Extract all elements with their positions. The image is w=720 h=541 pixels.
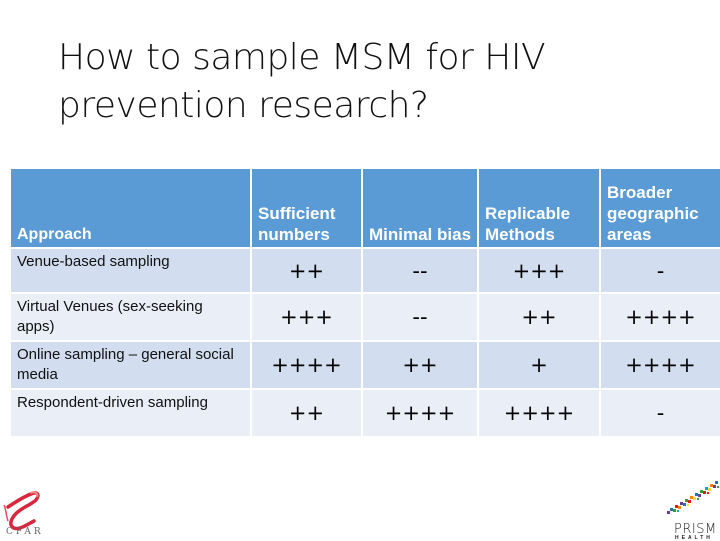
rating-replicable-methods: + — [477, 340, 601, 390]
header-approach: Approach — [9, 167, 252, 249]
rating-broader-geographic-areas: - — [599, 247, 720, 294]
prism-health-logo-icon — [667, 481, 719, 514]
approach-cell: Virtual Venues (sex-seeking apps) — [9, 292, 252, 342]
rating-broader-geographic-areas: - — [599, 388, 720, 438]
header-replicable-methods: Replicable Methods — [477, 167, 601, 249]
rating-broader-geographic-areas: ++++ — [599, 340, 720, 390]
rating-sufficient-numbers: +++ — [250, 292, 363, 342]
approach-cell: Venue-based sampling — [9, 247, 252, 294]
prism-logo-subtext: HEALTH — [675, 535, 713, 541]
cfar-logo-text: CFAR — [6, 527, 44, 537]
table-row: Respondent-driven sampling ++ ++++ ++++ … — [9, 388, 720, 438]
rating-replicable-methods: ++ — [477, 292, 601, 342]
approach-cell: Online sampling – general social media — [9, 340, 252, 390]
rating-sufficient-numbers: ++++ — [250, 340, 363, 390]
rating-replicable-methods: ++++ — [477, 388, 601, 438]
rating-minimal-bias: ++++ — [361, 388, 479, 438]
header-broader-geographic-areas: Broader geographic areas — [599, 167, 720, 249]
rating-minimal-bias: ++ — [361, 340, 479, 390]
rating-replicable-methods: +++ — [477, 247, 601, 294]
approach-cell: Respondent-driven sampling — [9, 388, 252, 438]
table-row: Venue-based sampling ++ -- +++ - — [9, 247, 720, 294]
rating-minimal-bias: -- — [361, 292, 479, 342]
rating-broader-geographic-areas: ++++ — [599, 292, 720, 342]
rating-minimal-bias: -- — [361, 247, 479, 294]
header-sufficient-numbers: Sufficient numbers — [250, 167, 363, 249]
table-row: Online sampling – general social media +… — [9, 340, 720, 390]
slide-title: How to sample MSM for HIV prevention res… — [58, 37, 546, 126]
rating-sufficient-numbers: ++ — [250, 388, 363, 438]
rating-sufficient-numbers: ++ — [250, 247, 363, 294]
table-header-row: Approach Sufficient numbers Minimal bias… — [9, 167, 720, 249]
header-minimal-bias: Minimal bias — [361, 167, 479, 249]
table-row: Virtual Venues (sex-seeking apps) +++ --… — [9, 292, 720, 342]
sampling-comparison-table: Approach Sufficient numbers Minimal bias… — [9, 167, 720, 438]
